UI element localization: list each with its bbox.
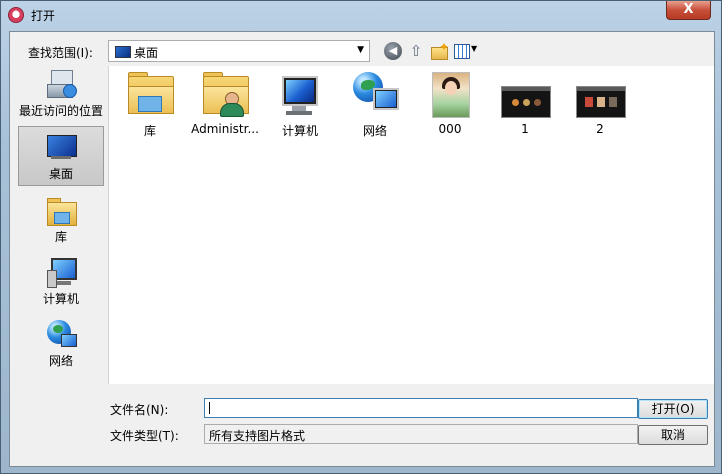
image-thumbnail [501, 70, 551, 118]
file-name: 计算机 [281, 124, 318, 138]
file-item-computer[interactable]: 计算机 [263, 70, 337, 139]
text-caret [209, 402, 210, 414]
file-item-1[interactable]: 1 [488, 70, 562, 136]
new-folder-button[interactable]: ✦ [430, 40, 450, 60]
file-name: 1 [521, 122, 529, 136]
back-arrow-icon: ◀ [388, 44, 398, 57]
filetype-label: 文件类型(T): [110, 429, 179, 443]
filename-input[interactable] [204, 398, 638, 418]
computer-icon [45, 256, 77, 288]
image-thumbnail [576, 70, 626, 118]
file-name: 000 [438, 122, 462, 136]
filename-label: 文件名(N): [110, 403, 169, 417]
chevron-down-icon: ▼ [357, 45, 364, 55]
look-in-value: 桌面 [134, 46, 159, 60]
file-list[interactable]: 库 Administr... 计算机 网络 000 1 2 [108, 66, 714, 384]
file-name: 库 [143, 124, 156, 138]
sidebar-item-label: 计算机 [42, 292, 79, 306]
image-thumbnail [426, 70, 474, 118]
sidebar-item-label: 最近访问的位置 [18, 104, 103, 118]
sidebar-item-label: 网络 [48, 354, 73, 368]
computer-icon [276, 70, 324, 118]
view-grid-icon [454, 44, 470, 59]
title-bar[interactable]: 打开 X [1, 1, 721, 29]
desktop-icon [45, 133, 77, 161]
file-name: Administr... [191, 122, 259, 136]
recent-places-icon [45, 68, 77, 100]
views-menu-button[interactable]: ▼ [454, 42, 480, 60]
sidebar-item-desktop[interactable]: 桌面 [18, 126, 104, 186]
network-icon [45, 318, 77, 350]
sidebar-item-library[interactable]: 库 [18, 192, 104, 250]
open-dialog: 打开 X 查找范围(I): 桌面 ▼ ◀ ⇧ ✦ ▼ 最近访问的位置 桌面 库 … [0, 0, 722, 474]
file-name: 2 [596, 122, 604, 136]
up-folder-icon: ⇧ [409, 42, 423, 60]
sidebar-item-label: 桌面 [48, 167, 73, 181]
file-item-network[interactable]: 网络 [338, 70, 412, 139]
filetype-value: 所有支持图片格式 [209, 429, 306, 443]
library-folder-icon [126, 70, 174, 118]
file-name: 网络 [362, 124, 387, 138]
places-sidebar: 最近访问的位置 桌面 库 计算机 网络 [18, 66, 104, 462]
dialog-body: 查找范围(I): 桌面 ▼ ◀ ⇧ ✦ ▼ 最近访问的位置 桌面 库 计算机 网… [9, 31, 715, 467]
close-button[interactable]: X [666, 1, 711, 20]
open-button[interactable]: 打开(O) [638, 399, 708, 419]
look-in-label: 查找范围(I): [28, 46, 93, 60]
close-icon: X [683, 2, 694, 17]
sparkle-icon: ✦ [439, 40, 450, 54]
up-one-level-button[interactable]: ⇧ [407, 42, 425, 60]
sidebar-item-label: 库 [54, 230, 67, 244]
cancel-button[interactable]: 取消 [638, 425, 708, 445]
file-item-000[interactable]: 000 [413, 70, 487, 136]
sidebar-item-computer[interactable]: 计算机 [18, 254, 104, 312]
desktop-icon [115, 46, 131, 58]
chevron-down-icon: ▼ [471, 44, 478, 53]
window-title: 打开 [31, 9, 56, 23]
back-button[interactable]: ◀ [384, 42, 402, 60]
file-item-2[interactable]: 2 [563, 70, 637, 136]
network-icon [351, 70, 399, 118]
filetype-dropdown[interactable]: 所有支持图片格式 [204, 424, 638, 444]
library-icon [45, 194, 77, 226]
sidebar-item-recent-places[interactable]: 最近访问的位置 [18, 66, 104, 124]
look-in-dropdown[interactable]: 桌面 ▼ [108, 40, 370, 62]
app-icon [8, 7, 24, 23]
file-item-administrator[interactable]: Administr... [188, 70, 262, 136]
user-folder-icon [201, 70, 249, 118]
sidebar-item-network[interactable]: 网络 [18, 316, 104, 374]
file-item-library[interactable]: 库 [113, 70, 187, 139]
